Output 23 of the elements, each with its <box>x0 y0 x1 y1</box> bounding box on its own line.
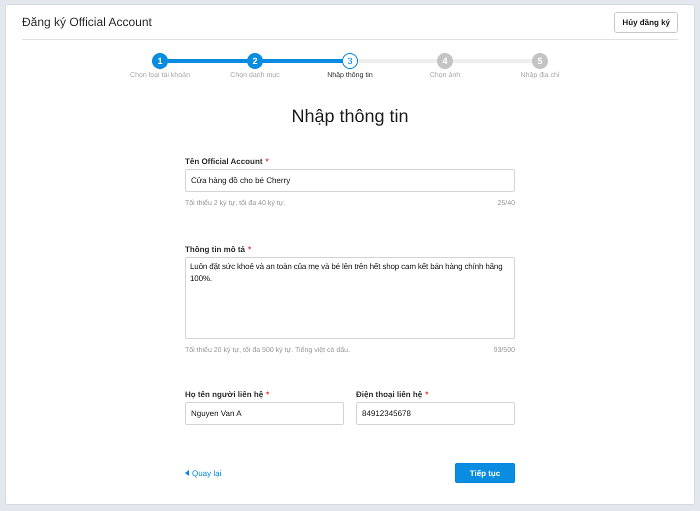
caret-left-icon <box>185 470 189 476</box>
required-mark: * <box>248 245 252 254</box>
back-link[interactable]: Quay lại <box>185 468 222 478</box>
cancel-button[interactable]: Hủy đăng ký <box>614 12 678 32</box>
input-field[interactable]: Cửa hàng đồ cho bé Cherry <box>185 169 515 192</box>
input-field[interactable]: Nguyen Van A <box>185 402 344 425</box>
form-heading: Nhập thông tin <box>290 106 410 127</box>
field-label: Họ tên người liên hệ <box>185 390 264 399</box>
next-button[interactable]: Tiếp tục <box>455 463 515 483</box>
textarea-field[interactable]: Luôn đặt sức khoẻ và an toàn của mẹ và bé lên trên hết shop cam kết bán hàng chính hãng 100%. <box>185 257 515 339</box>
input-field[interactable]: 84912345678 <box>356 402 515 425</box>
field-label: Điện thoại liên hệ <box>356 390 422 399</box>
required-mark: * <box>425 390 428 399</box>
step-number: 5 <box>532 53 548 69</box>
required-mark: * <box>266 157 269 166</box>
step-number: 4 <box>437 53 453 69</box>
field-label: Thông tin mô tả <box>185 245 245 254</box>
step-number: 3 <box>342 53 358 69</box>
field-label: Tên Official Account <box>185 157 262 166</box>
required-mark: * <box>266 390 270 399</box>
step-number: 2 <box>247 53 263 69</box>
page-title: Đăng ký Official Account <box>22 15 152 29</box>
step-number: 1 <box>152 53 168 69</box>
